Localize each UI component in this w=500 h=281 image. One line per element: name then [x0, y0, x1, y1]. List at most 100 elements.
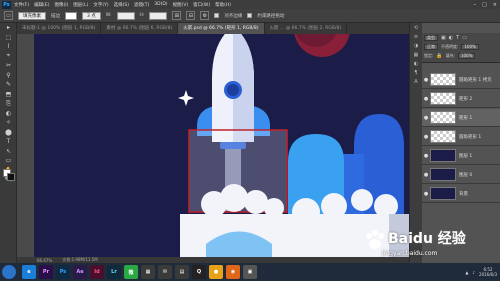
- adjustments-panel-icon[interactable]: ◐: [410, 59, 422, 68]
- maximize-button[interactable]: □: [482, 2, 487, 8]
- visibility-eye-icon[interactable]: ●: [422, 115, 430, 121]
- path-ops-icon[interactable]: ⊞: [172, 11, 182, 20]
- taskbar-chrome-icon[interactable]: ●: [209, 265, 223, 279]
- filter-type-icon[interactable]: T: [456, 35, 459, 41]
- lasso-tool-icon[interactable]: ⌇: [0, 42, 17, 52]
- layer-row[interactable]: ● 矩形 2: [422, 90, 500, 108]
- shape-tool-icon[interactable]: ▭: [0, 156, 17, 166]
- menu-file[interactable]: 文件(F): [14, 2, 29, 8]
- clock-date[interactable]: 2016/6/3: [479, 272, 497, 277]
- fill-label: 填充:: [445, 52, 455, 58]
- lock-label: 锁定:: [424, 52, 434, 58]
- minimize-button[interactable]: –: [474, 2, 477, 8]
- taskbar-indesign-icon[interactable]: Id: [90, 265, 104, 279]
- layer-row[interactable]: ● 圆角矩形 1 拷贝: [422, 71, 500, 89]
- taskbar-app-icon[interactable]: ▦: [141, 265, 155, 279]
- canvas[interactable]: [34, 34, 409, 257]
- taskbar-firefox-icon[interactable]: ◉: [226, 265, 240, 279]
- layer-row[interactable]: ● 矩形 1: [422, 109, 500, 127]
- menu-type[interactable]: 文字(Y): [93, 2, 108, 8]
- paragraph-panel-icon[interactable]: ¶: [410, 68, 422, 77]
- taskbar: e Pr Ps Ae Id Lr 微 ▦ ✉ ▤ Q ● ◉ ▣ ▲ ♪ 6:5…: [0, 263, 500, 281]
- color-swatches[interactable]: [3, 169, 15, 181]
- menu-3d[interactable]: 3D(D): [154, 2, 167, 7]
- path-align-icon[interactable]: ⊟: [186, 11, 196, 20]
- network-icon[interactable]: ▲: [465, 270, 468, 275]
- taskbar-mail-icon[interactable]: ✉: [158, 265, 172, 279]
- sparkle-icon: [178, 90, 194, 106]
- height-field[interactable]: [149, 11, 168, 20]
- taskbar-ie-icon[interactable]: e: [22, 265, 36, 279]
- taskbar-app-icon[interactable]: ▣: [243, 265, 257, 279]
- stamp-tool-icon[interactable]: ⬒: [0, 90, 17, 100]
- stroke-width-select[interactable]: 3 点: [82, 11, 101, 20]
- properties-panel-icon[interactable]: ≡: [410, 32, 422, 41]
- constrain-path-checkbox[interactable]: [247, 13, 253, 18]
- brush-tool-icon[interactable]: ✎: [0, 80, 17, 90]
- taskbar-lightroom-icon[interactable]: Lr: [107, 265, 121, 279]
- menu-select[interactable]: 选择(S): [114, 2, 129, 8]
- crop-tool-icon[interactable]: ✂: [0, 61, 17, 71]
- blend-mode-select[interactable]: 正常: [424, 43, 438, 50]
- stroke-swatch[interactable]: [65, 11, 77, 20]
- layer-row[interactable]: ● 背景: [422, 185, 500, 203]
- tab-doc-3[interactable]: 火箭.psd @ 66.7% (矩形 1, RGB/8): [178, 23, 265, 34]
- layer-row[interactable]: ● 图层 0: [422, 166, 500, 184]
- marquee-tool-icon[interactable]: ⬚: [0, 33, 17, 43]
- visibility-eye-icon[interactable]: ●: [422, 134, 430, 140]
- visibility-eye-icon[interactable]: ●: [422, 77, 430, 83]
- move-tool-icon[interactable]: ▸: [0, 23, 17, 33]
- shape-mode-select[interactable]: 填充像素: [18, 11, 46, 20]
- tab-doc-4[interactable]: 火箭 ... @ 66.7% (图层 2, RGB/8): [265, 23, 348, 34]
- menu-help[interactable]: 帮助(H): [215, 2, 231, 8]
- eraser-tool-icon[interactable]: ◐: [0, 109, 17, 119]
- character-panel-icon[interactable]: A: [410, 77, 422, 86]
- width-field[interactable]: [116, 11, 135, 20]
- tab-doc-2[interactable]: 素材 @ 66.7% (图层 6, RGB/8): [101, 23, 179, 34]
- menu-edit[interactable]: 编辑(E): [34, 2, 49, 8]
- visibility-eye-icon[interactable]: ●: [422, 96, 430, 102]
- dodge-tool-icon[interactable]: ⬤: [0, 128, 17, 138]
- lock-icon[interactable]: 🔒: [436, 53, 442, 59]
- filter-pixel-icon[interactable]: ▣: [441, 35, 446, 41]
- layer-row[interactable]: ● 图层 1: [422, 147, 500, 165]
- filter-adjust-icon[interactable]: ◐: [449, 35, 453, 41]
- taskbar-premiere-icon[interactable]: Pr: [39, 265, 53, 279]
- taskbar-app-icon[interactable]: ▤: [175, 265, 189, 279]
- taskbar-wechat-icon[interactable]: 微: [124, 265, 138, 279]
- opacity-field[interactable]: 100%: [461, 43, 479, 50]
- eyedropper-tool-icon[interactable]: ⚲: [0, 71, 17, 81]
- volume-icon[interactable]: ♪: [472, 270, 475, 275]
- quick-select-tool-icon[interactable]: ⌖: [0, 52, 17, 62]
- taskbar-qq-icon[interactable]: Q: [192, 265, 206, 279]
- settings-gear-icon[interactable]: ⚙: [200, 11, 210, 20]
- menu-layer[interactable]: 图层(L): [73, 2, 88, 8]
- layer-kind-filter[interactable]: 类型: [424, 34, 438, 41]
- path-select-tool-icon[interactable]: ↖: [0, 147, 17, 157]
- history-panel-icon[interactable]: ⟲: [410, 23, 422, 32]
- color-panel-icon[interactable]: ◑: [410, 41, 422, 50]
- start-button[interactable]: [2, 265, 16, 279]
- visibility-eye-icon[interactable]: ●: [422, 153, 430, 159]
- gradient-tool-icon[interactable]: ✧: [0, 118, 17, 128]
- menu-window[interactable]: 窗口(W): [193, 2, 210, 8]
- filter-shape-icon[interactable]: ▭: [462, 35, 467, 41]
- align-edges-checkbox[interactable]: [214, 13, 220, 18]
- swatches-panel-icon[interactable]: ▦: [410, 50, 422, 59]
- taskbar-photoshop-icon[interactable]: Ps: [56, 265, 70, 279]
- tab-doc-1[interactable]: 未标题-1 @ 100% (图层 1, RGB/8): [17, 23, 102, 34]
- menu-filter[interactable]: 滤镜(T): [134, 2, 149, 8]
- visibility-eye-icon[interactable]: ●: [422, 191, 430, 197]
- menu-image[interactable]: 图像(I): [54, 2, 68, 8]
- history-brush-tool-icon[interactable]: ⎘: [0, 99, 17, 109]
- fill-field[interactable]: 100%: [457, 52, 476, 59]
- layer-name: 矩形 1: [459, 115, 473, 121]
- type-tool-icon[interactable]: T: [0, 137, 17, 147]
- menu-view[interactable]: 视图(V): [173, 2, 189, 8]
- taskbar-aftereffects-icon[interactable]: Ae: [73, 265, 87, 279]
- background-color[interactable]: [7, 173, 15, 181]
- close-button[interactable]: ×: [493, 2, 497, 8]
- rectangle-tool-icon[interactable]: ▭: [4, 11, 13, 20]
- visibility-eye-icon[interactable]: ●: [422, 172, 430, 178]
- layer-row[interactable]: ● 圆角矩形 1: [422, 128, 500, 146]
